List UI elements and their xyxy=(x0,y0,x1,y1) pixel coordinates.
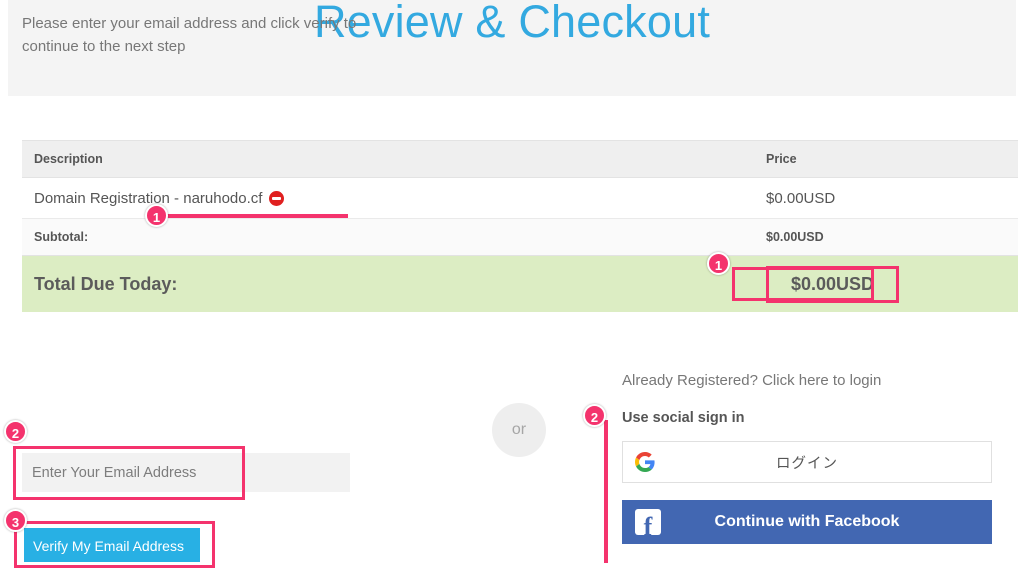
line-item-price: $0.00USD xyxy=(755,177,1018,219)
total-due-label: Total Due Today: xyxy=(22,255,755,312)
or-divider: or xyxy=(492,403,546,457)
table-row-total: Total Due Today: $0.00USD xyxy=(22,255,1018,312)
subtotal-label: Subtotal: xyxy=(22,218,755,256)
column-header-description: Description xyxy=(22,140,755,178)
google-login-button[interactable]: ログイン xyxy=(622,441,992,483)
already-registered-link[interactable]: Already Registered? Click here to login xyxy=(622,372,881,389)
email-verification-pane: Please enter your email address and clic… xyxy=(22,12,422,58)
facebook-login-label: Continue with Facebook xyxy=(714,513,900,530)
verify-email-button[interactable]: Verify My Email Address xyxy=(24,528,200,562)
line-item-description: Domain Registration - naruhodo.cf xyxy=(34,189,263,207)
google-login-label: ログイン xyxy=(776,455,838,472)
table-header-row: Description Price xyxy=(22,140,1018,178)
table-row-subtotal: Subtotal: $0.00USD xyxy=(22,218,1018,256)
subtotal-price: $0.00USD xyxy=(755,218,1018,256)
annotation-marker-2: 2 xyxy=(4,420,27,443)
email-help-text: Please enter your email address and clic… xyxy=(22,15,357,55)
facebook-f-icon xyxy=(622,509,674,540)
facebook-login-button[interactable]: Continue with Facebook xyxy=(622,500,992,544)
social-signin-label: Use social sign in xyxy=(622,410,745,426)
annotation-marker-2b: 2 xyxy=(583,404,606,427)
email-input[interactable] xyxy=(22,453,350,492)
column-header-price: Price xyxy=(755,140,1018,178)
remove-circle-icon[interactable] xyxy=(269,190,285,206)
table-row: Domain Registration - naruhodo.cf $0.00U… xyxy=(22,177,1018,219)
total-due-price: $0.00USD xyxy=(766,265,900,303)
annotation-line-2b xyxy=(604,420,608,563)
line-item-description-cell: Domain Registration - naruhodo.cf xyxy=(22,177,755,219)
total-due-price-cell: $0.00USD xyxy=(755,255,1018,312)
google-g-icon xyxy=(623,452,667,472)
order-summary-table: Description Price Domain Registration - … xyxy=(22,140,1018,312)
